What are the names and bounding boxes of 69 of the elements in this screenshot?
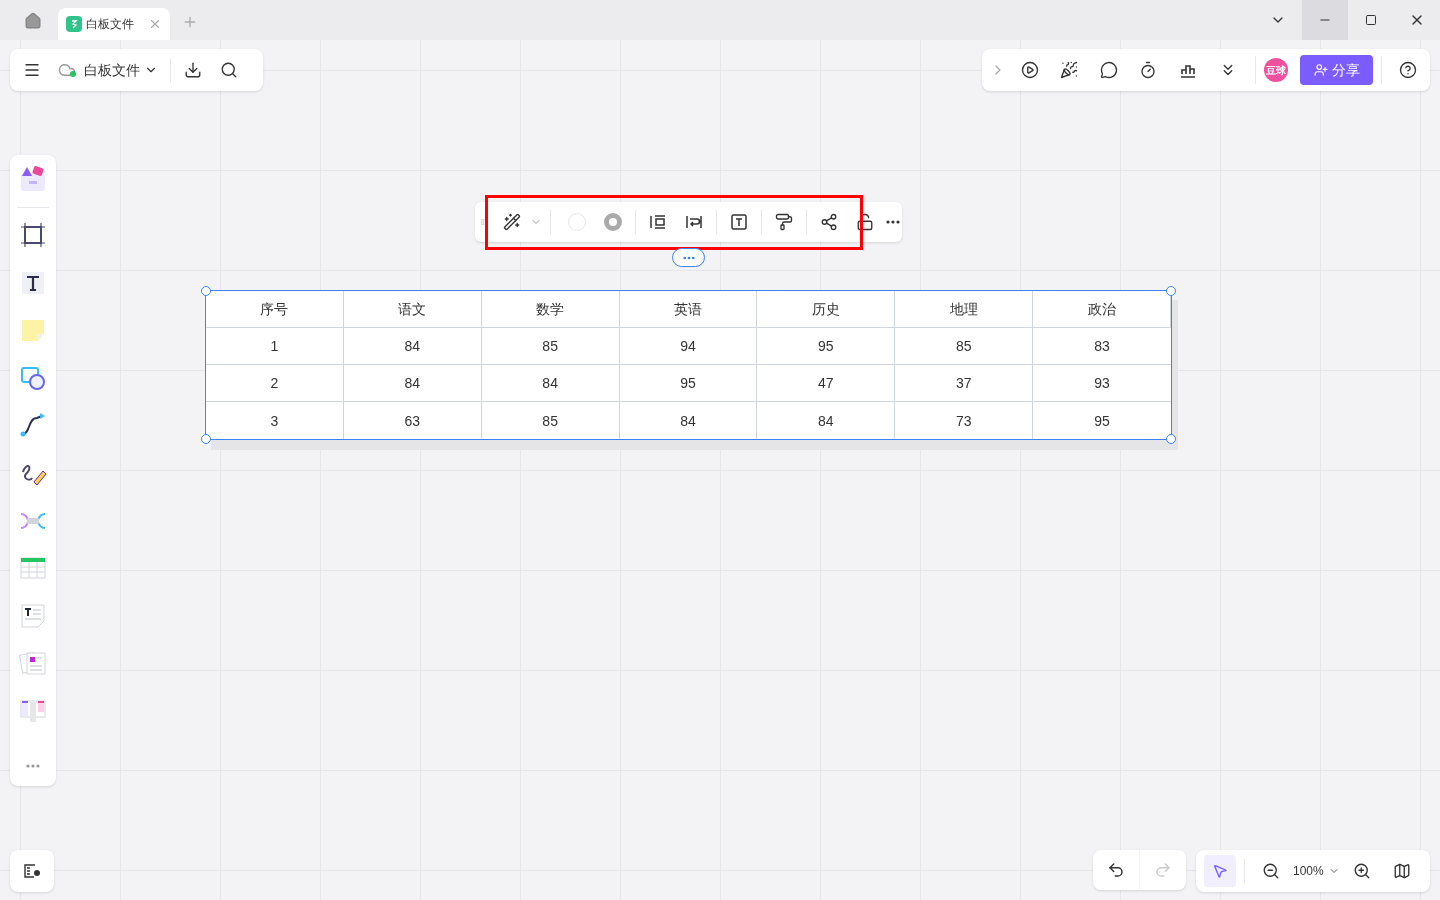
table-cell: 37 <box>895 365 1034 402</box>
table-cell: 84 <box>343 328 482 365</box>
text-box-icon <box>730 213 749 231</box>
tab-label: 白板文件 <box>86 16 135 32</box>
unlock-icon <box>856 213 875 231</box>
add-user-icon <box>1313 63 1328 77</box>
table-cell-text: 95 <box>1093 411 1111 431</box>
table-cell: 1 <box>206 328 344 365</box>
help-icon <box>1399 61 1418 79</box>
share-button[interactable]: 分享 <box>1300 55 1374 85</box>
play-icon <box>1020 61 1039 79</box>
column-header: 数学 <box>481 291 620 328</box>
table-cell: 2 <box>206 365 344 402</box>
share-nodes-icon <box>820 213 839 231</box>
home-icon[interactable] <box>24 12 42 30</box>
column-header: 历史 <box>757 291 896 328</box>
table-cell: 94 <box>619 328 758 365</box>
table-cell: 85 <box>481 402 620 439</box>
more-icon <box>885 220 900 224</box>
table-cell: 83 <box>1033 328 1171 365</box>
select-tool-button[interactable] <box>1204 855 1236 887</box>
column-header: 英语 <box>619 291 758 328</box>
text-wrap-icon <box>685 213 704 231</box>
maximize-icon <box>1365 14 1377 26</box>
table-cell: 85 <box>895 328 1034 365</box>
download-icon <box>184 61 202 79</box>
table-cell: 95 <box>619 365 758 402</box>
resize-handle[interactable] <box>201 286 211 296</box>
map-icon <box>1392 862 1411 880</box>
undo-icon <box>1107 861 1125 879</box>
document-tab[interactable]: 白板文件 <box>58 8 170 40</box>
timer-icon <box>1139 61 1158 79</box>
row-height-icon <box>649 213 668 231</box>
redo-icon <box>1154 861 1172 879</box>
table-cell: 73 <box>895 402 1034 439</box>
pointer-icon <box>1212 863 1228 879</box>
more-options-pill[interactable] <box>672 248 705 267</box>
table-cell: 84 <box>757 402 896 439</box>
comment-icon <box>1099 61 1118 79</box>
table-cell: 95 <box>757 328 896 365</box>
gallery-icon <box>18 163 48 194</box>
minimap-button[interactable] <box>10 850 54 892</box>
party-popper-icon <box>1060 61 1079 79</box>
table-cell: 84 <box>619 402 758 439</box>
more-icon <box>682 255 695 260</box>
close-tab-icon[interactable] <box>148 17 162 31</box>
magic-wand-icon <box>503 213 522 231</box>
ring-icon <box>604 213 623 231</box>
table-cell: 93 <box>1033 365 1171 402</box>
table-cell: 47 <box>757 365 896 402</box>
table-cell: 63 <box>343 402 482 439</box>
zoom-in-icon <box>1352 862 1371 880</box>
zoom-out-icon <box>1262 862 1280 880</box>
location-card-icon <box>23 863 41 879</box>
zoom-level[interactable]: 100% <box>1293 863 1324 879</box>
column-header: 语文 <box>343 291 482 328</box>
app-logo-icon <box>66 16 82 32</box>
column-header: 地理 <box>895 291 1034 328</box>
table-cell: 84 <box>481 365 620 402</box>
table-cell: 85 <box>481 328 620 365</box>
file-name-dropdown[interactable]: 白板文件 <box>50 52 166 88</box>
menu-icon <box>23 61 41 79</box>
table-cell: 84 <box>343 365 482 402</box>
search-icon <box>220 61 238 79</box>
format-painter-icon <box>775 213 794 231</box>
resize-handle[interactable] <box>201 434 211 444</box>
resize-handle[interactable] <box>1166 434 1176 444</box>
resize-handle[interactable] <box>1166 286 1176 296</box>
more-icon <box>24 764 42 769</box>
